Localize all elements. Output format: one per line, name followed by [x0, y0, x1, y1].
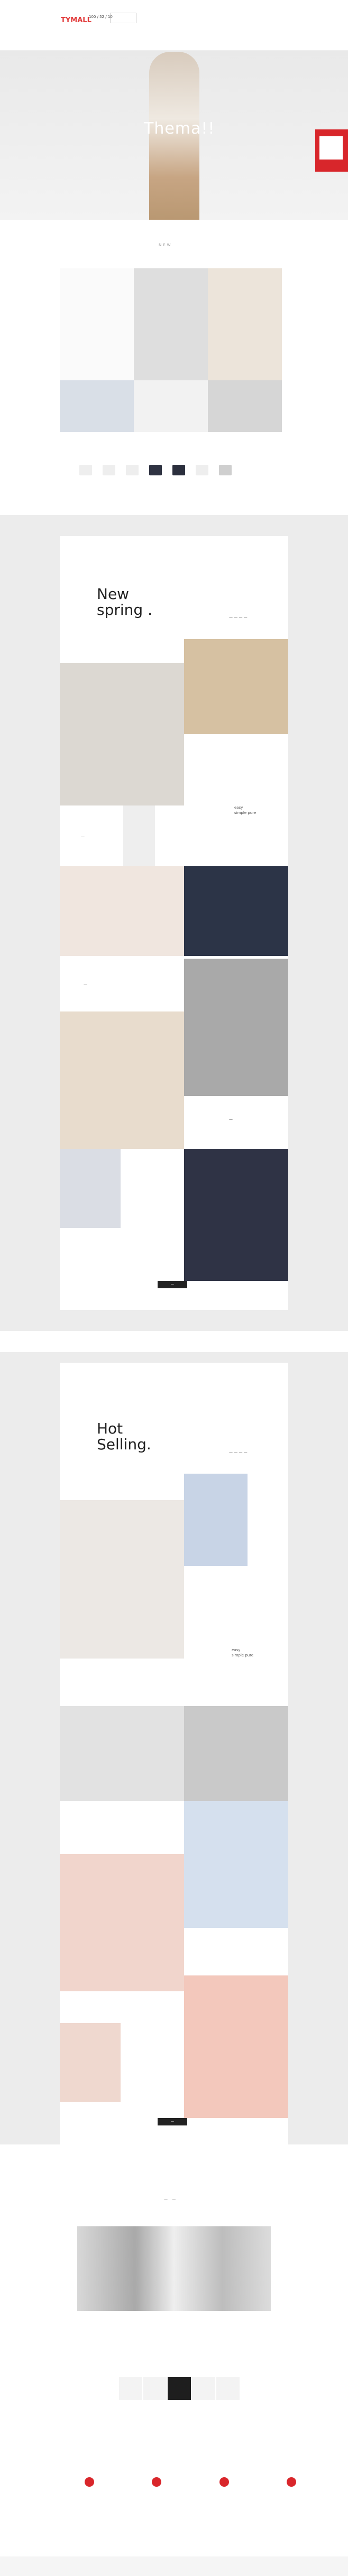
- lookbook-tile[interactable]: [60, 268, 134, 380]
- showroom-image[interactable]: [77, 2226, 271, 2311]
- service-icon: [286, 2477, 296, 2487]
- service-icon: [152, 2477, 162, 2487]
- lookbook-grid: [60, 268, 282, 432]
- qr-code-icon: [319, 136, 343, 160]
- product-image[interactable]: [184, 959, 288, 1096]
- thumb[interactable]: [192, 2377, 215, 2400]
- thumb[interactable]: [143, 2377, 167, 2400]
- new-spring-title-1: New: [97, 585, 130, 603]
- product-image[interactable]: [60, 866, 184, 956]
- product-image[interactable]: [184, 1706, 288, 1801]
- lookbook-tile[interactable]: [208, 268, 282, 380]
- hot-selling-title-1: Hot: [97, 1420, 123, 1437]
- product-label[interactable]: —: [229, 1117, 233, 1121]
- new-spring-card: New spring . — — — — — easy simple pure …: [60, 536, 288, 1310]
- more-button[interactable]: —: [158, 1281, 187, 1288]
- product-thumb[interactable]: [196, 465, 208, 475]
- product-thumb[interactable]: [219, 465, 232, 475]
- thumb[interactable]: [119, 2377, 142, 2400]
- product-thumb[interactable]: [79, 465, 92, 475]
- lookbook-tile[interactable]: [134, 380, 208, 432]
- product-label[interactable]: —: [81, 835, 85, 839]
- service-item: [85, 2477, 94, 2487]
- product-thumb[interactable]: [126, 465, 139, 475]
- new-spring-title-2: spring .: [97, 601, 152, 619]
- product-image[interactable]: [184, 1975, 288, 2118]
- product-image[interactable]: [184, 639, 288, 734]
- tagline-1: easy: [232, 1648, 241, 1652]
- thumb[interactable]: [216, 2377, 240, 2400]
- product-image[interactable]: [123, 805, 155, 866]
- hot-selling-card: Hot Selling. — — — — easy simple pure —: [60, 1363, 288, 2144]
- product-image[interactable]: [184, 1474, 248, 1566]
- hero-title: Thema!!: [144, 119, 215, 138]
- service-item: [219, 2477, 229, 2487]
- product-image[interactable]: [60, 1011, 184, 1149]
- product-thumb[interactable]: [172, 465, 185, 475]
- product-image[interactable]: [60, 1500, 184, 1659]
- lookbook-tile[interactable]: [134, 268, 208, 380]
- footer-bottom: [0, 2556, 348, 2576]
- thumb-active[interactable]: [168, 2377, 191, 2400]
- hot-selling-sub: — — — —: [229, 1450, 248, 1454]
- search-input[interactable]: [110, 13, 136, 23]
- product-image[interactable]: [184, 1801, 288, 1928]
- tagline-1: easy: [234, 805, 243, 810]
- thumb-strip: [119, 2377, 240, 2400]
- product-image[interactable]: [184, 866, 288, 956]
- header: [0, 0, 348, 51]
- more-button[interactable]: —: [158, 2118, 187, 2125]
- tagline-2: simple pure: [232, 1653, 254, 1657]
- service-row: [85, 2477, 296, 2487]
- product-image[interactable]: [60, 1854, 184, 1991]
- promo-text: 100 / 52 / 10: [89, 15, 113, 19]
- tagline-2: simple pure: [234, 811, 257, 815]
- product-thumb[interactable]: [149, 465, 162, 475]
- new-spring-sub: — — — —: [229, 615, 248, 620]
- product-image[interactable]: [60, 1149, 121, 1228]
- service-icon: [85, 2477, 94, 2487]
- product-image[interactable]: [60, 1706, 184, 1801]
- product-image[interactable]: [60, 2023, 121, 2102]
- product-thumb[interactable]: [103, 465, 115, 475]
- lookbook-tile[interactable]: [208, 380, 282, 432]
- lookbook-tile[interactable]: [60, 380, 134, 432]
- service-icon: [219, 2477, 229, 2487]
- product-swatches: [79, 465, 232, 475]
- product-label[interactable]: —: [84, 982, 87, 987]
- hot-selling-title-2: Selling.: [97, 1436, 151, 1453]
- service-item: [286, 2477, 296, 2487]
- section-title: NEW: [159, 243, 172, 247]
- logo[interactable]: TYMALL: [61, 16, 91, 24]
- product-image[interactable]: [60, 663, 184, 805]
- service-item: [152, 2477, 162, 2487]
- about-title: — —: [164, 2197, 178, 2202]
- product-image[interactable]: [184, 1149, 288, 1281]
